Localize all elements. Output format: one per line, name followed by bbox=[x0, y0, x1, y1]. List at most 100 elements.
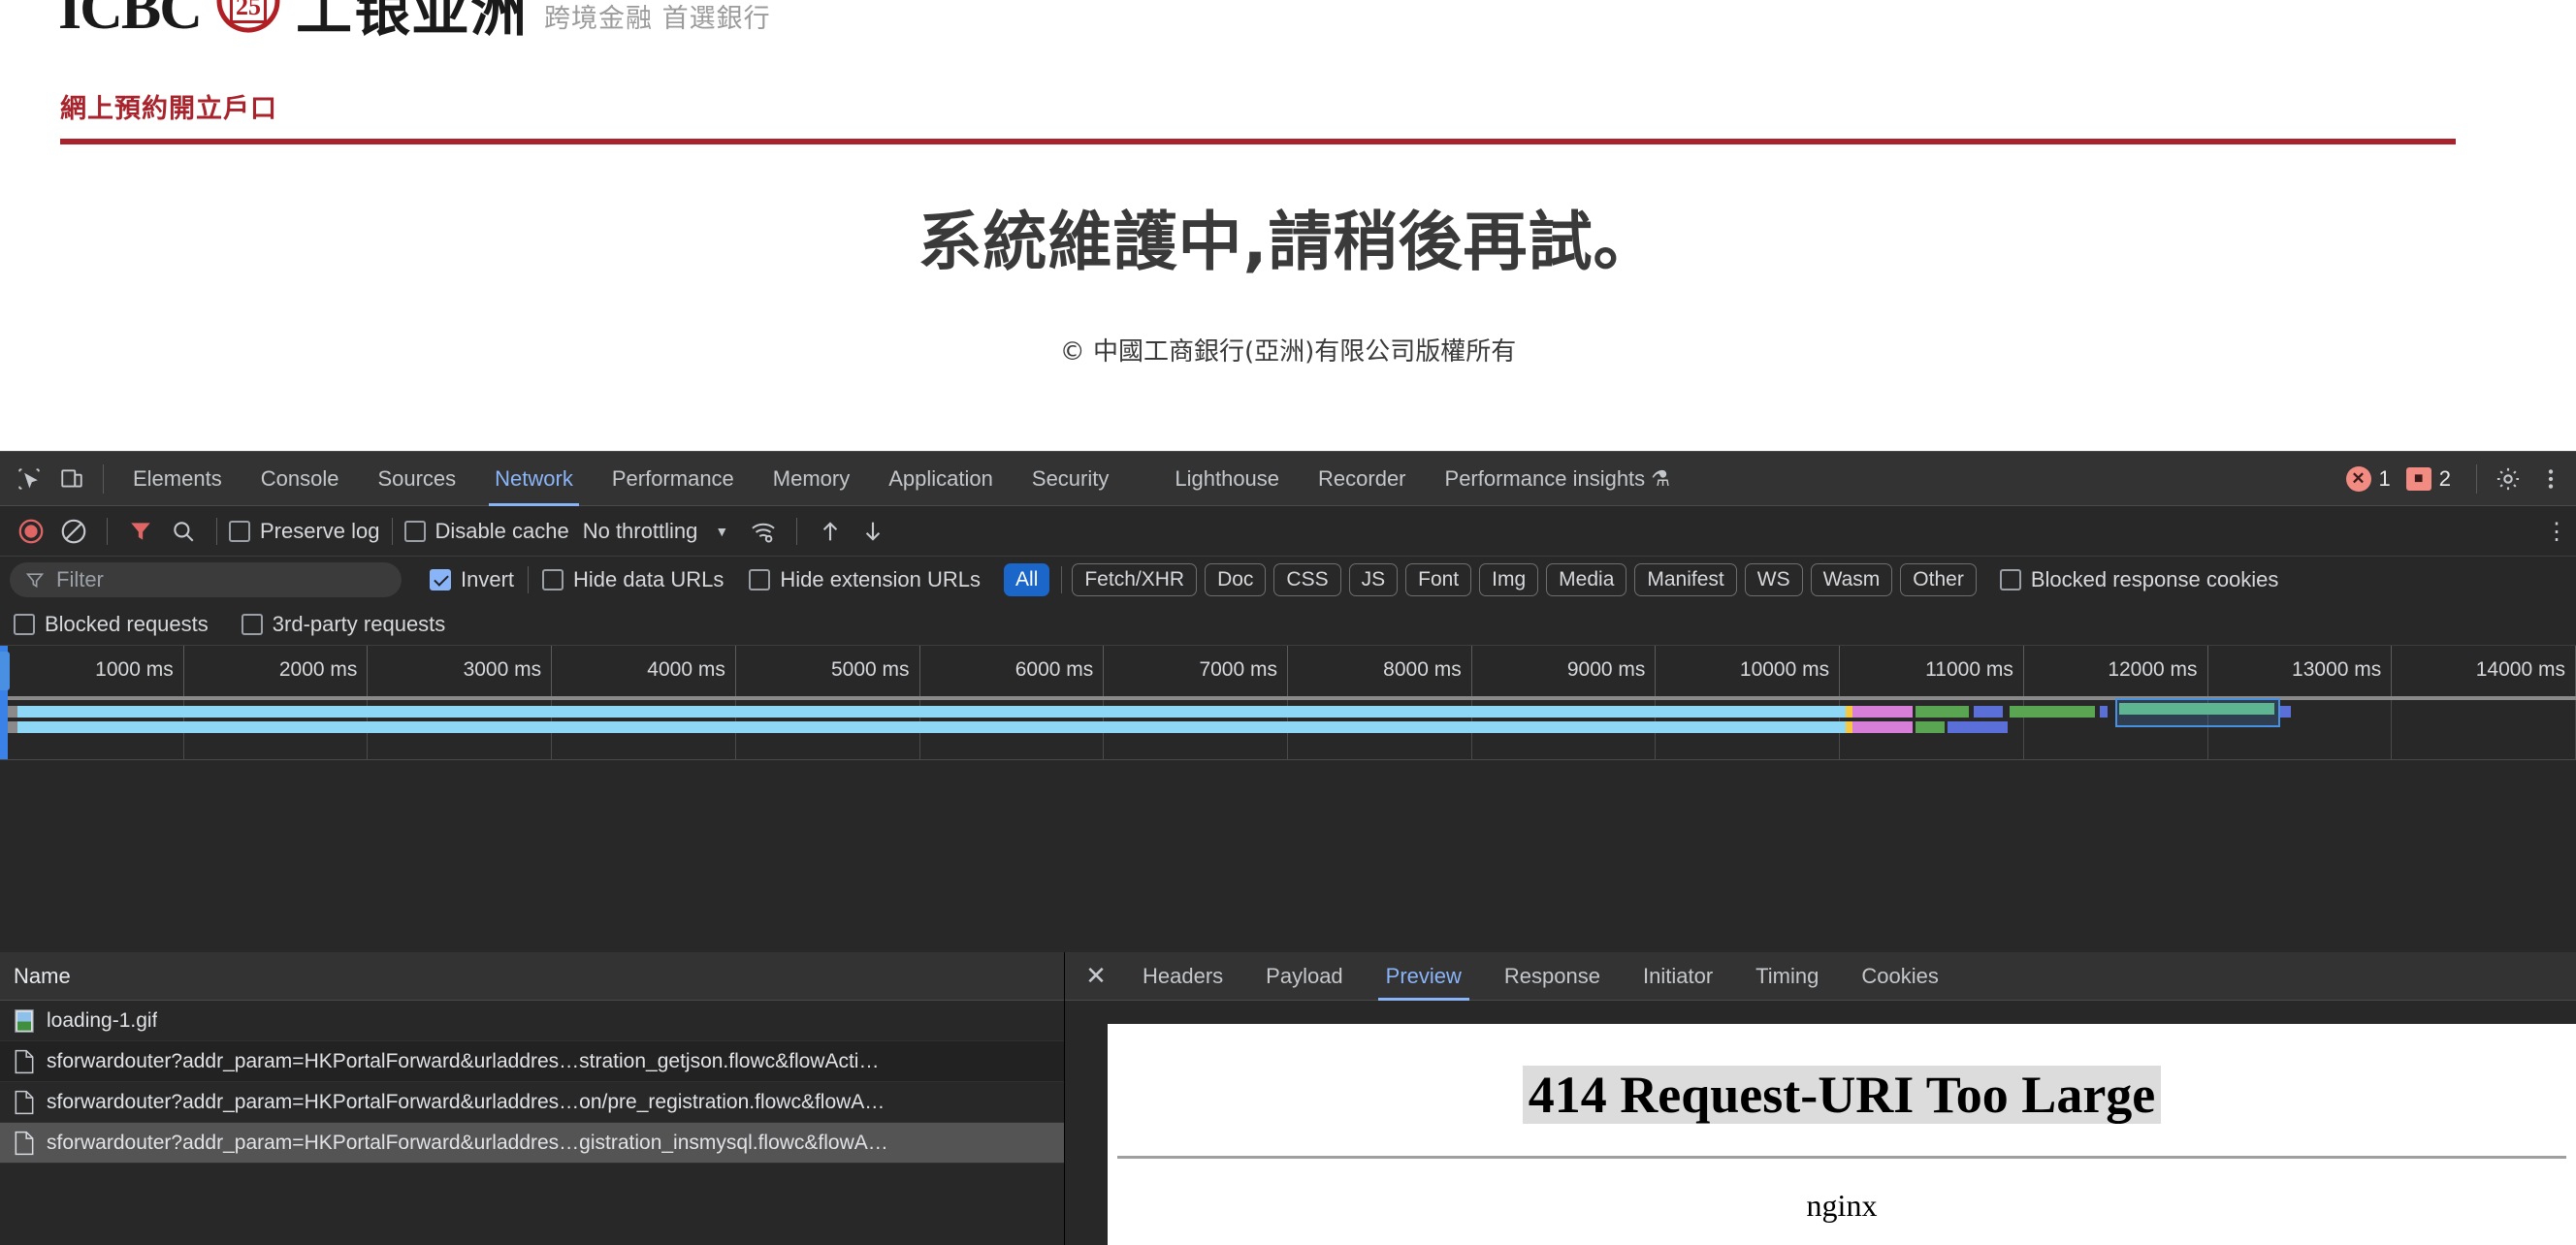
overview-tick-label: 5000 ms bbox=[831, 658, 910, 681]
inspect-element-icon[interactable] bbox=[8, 458, 50, 500]
overview-tick-label: 10000 ms bbox=[1739, 658, 1830, 681]
tab-sources[interactable]: Sources bbox=[358, 452, 475, 506]
detail-tab-response[interactable]: Response bbox=[1483, 952, 1622, 1001]
tab-recorder[interactable]: Recorder bbox=[1299, 452, 1425, 506]
type-filter-wasm[interactable]: Wasm bbox=[1810, 563, 1893, 596]
tab-elements[interactable]: Elements bbox=[113, 452, 242, 506]
tab-security[interactable]: Security bbox=[1013, 452, 1128, 506]
throttling-dropdown[interactable]: No throttling ▼ bbox=[583, 519, 728, 544]
record-button[interactable] bbox=[10, 510, 52, 553]
preserve-log-label: Preserve log bbox=[260, 518, 380, 543]
type-filter-other[interactable]: Other bbox=[1900, 563, 1977, 596]
detail-tabstrip: ✕ Headers Payload Preview Response Initi… bbox=[1065, 952, 2576, 1001]
document-file-icon bbox=[15, 1090, 34, 1114]
overview-tick: 2000 ms bbox=[184, 646, 369, 696]
type-filter-css[interactable]: CSS bbox=[1273, 563, 1341, 596]
table-row[interactable]: sforwardouter?addr_param=HKPortalForward… bbox=[0, 1041, 1064, 1082]
detail-tab-preview[interactable]: Preview bbox=[1365, 952, 1483, 1001]
overview-tick-label: 14000 ms bbox=[2475, 658, 2565, 681]
disable-cache-box bbox=[403, 520, 426, 542]
request-name: sforwardouter?addr_param=HKPortalForward… bbox=[47, 1131, 888, 1154]
logo-25th-anniversary-seal-icon: 25 bbox=[216, 0, 280, 39]
filter-funnel-icon bbox=[25, 573, 45, 589]
type-filter-font[interactable]: Font bbox=[1405, 563, 1472, 596]
preserve-log-box bbox=[229, 520, 250, 542]
blocked-response-cookies-checkbox[interactable]: Blocked response cookies bbox=[1999, 567, 2278, 592]
device-toolbar-icon[interactable] bbox=[50, 458, 93, 500]
detail-tab-payload[interactable]: Payload bbox=[1244, 952, 1365, 1001]
invert-checkbox[interactable]: Invert bbox=[430, 567, 514, 592]
request-name: sforwardouter?addr_param=HKPortalForward… bbox=[47, 1090, 886, 1113]
more-options-icon[interactable] bbox=[2529, 458, 2572, 500]
close-icon[interactable]: ✕ bbox=[1071, 952, 1121, 1001]
status-divider bbox=[2476, 464, 2477, 494]
import-har-icon[interactable] bbox=[809, 510, 852, 553]
warning-count: 2 bbox=[2438, 466, 2451, 491]
export-har-icon[interactable] bbox=[852, 510, 894, 553]
tab-memory[interactable]: Memory bbox=[754, 452, 869, 506]
hide-data-urls-label: Hide data URLs bbox=[573, 567, 724, 591]
overview-tick: 1000 ms bbox=[0, 646, 184, 696]
overview-tick: 7000 ms bbox=[1104, 646, 1288, 696]
gear-icon[interactable] bbox=[2487, 458, 2529, 500]
overview-request-bar bbox=[2010, 706, 2095, 718]
blocked-requests-checkbox[interactable]: Blocked requests bbox=[14, 612, 209, 637]
blocked-response-cookies-box bbox=[1999, 569, 2021, 591]
toolbar-divider-4 bbox=[796, 517, 798, 545]
detail-tab-timing[interactable]: Timing bbox=[1734, 952, 1840, 1001]
search-icon[interactable] bbox=[162, 510, 205, 553]
preserve-log-checkbox[interactable]: Preserve log bbox=[229, 519, 380, 544]
tab-network[interactable]: Network bbox=[475, 452, 593, 506]
table-row[interactable]: sforwardouter?addr_param=HKPortalForward… bbox=[0, 1082, 1064, 1123]
preview-content: 414 Request-URI Too Large nginx bbox=[1108, 1024, 2576, 1245]
document-file-icon bbox=[15, 1131, 34, 1155]
hide-data-urls-box bbox=[542, 569, 564, 591]
type-filter-doc[interactable]: Doc bbox=[1205, 563, 1267, 596]
warning-badge[interactable]: ■ 2 bbox=[2405, 466, 2451, 492]
tab-application[interactable]: Application bbox=[869, 452, 1013, 506]
detail-tab-initiator[interactable]: Initiator bbox=[1622, 952, 1734, 1001]
overview-selection-handle[interactable] bbox=[0, 646, 10, 759]
detail-tab-cookies[interactable]: Cookies bbox=[1840, 952, 1959, 1001]
logo-slogan: 跨境金融 首選銀行 bbox=[544, 4, 771, 34]
table-row[interactable]: sforwardouter?addr_param=HKPortalForward… bbox=[0, 1123, 1064, 1164]
overview-tick-label: 13000 ms bbox=[2292, 658, 2382, 681]
type-filter-ws[interactable]: WS bbox=[1744, 563, 1803, 596]
tab-performance[interactable]: Performance bbox=[593, 452, 754, 506]
tab-performance-insights[interactable]: Performance insights ⚗ bbox=[1426, 452, 1690, 506]
type-filter-fetch-xhr[interactable]: Fetch/XHR bbox=[1072, 563, 1198, 596]
request-list-header[interactable]: Name bbox=[0, 952, 1064, 1001]
filter-input[interactable]: Filter bbox=[10, 562, 402, 597]
overview-tick-label: 6000 ms bbox=[1014, 658, 1094, 681]
disable-cache-checkbox[interactable]: Disable cache bbox=[403, 519, 569, 544]
type-filter-js[interactable]: JS bbox=[1348, 563, 1399, 596]
detail-tab-headers[interactable]: Headers bbox=[1121, 952, 1244, 1001]
error-count: 1 bbox=[2378, 466, 2391, 491]
clear-button[interactable] bbox=[52, 510, 95, 553]
overview-tick-label: 9000 ms bbox=[1566, 658, 1646, 681]
type-filter-manifest[interactable]: Manifest bbox=[1634, 563, 1737, 596]
network-overview-timeline[interactable]: 1000 ms 2000 ms 3000 ms 4000 ms 5000 ms 6000 … bbox=[0, 646, 2576, 760]
hide-extension-urls-checkbox[interactable]: Hide extension URLs bbox=[749, 567, 981, 592]
tabstrip-divider bbox=[103, 463, 104, 494]
type-filter-all[interactable]: All bbox=[1004, 563, 1050, 596]
third-party-requests-checkbox[interactable]: 3rd-party requests bbox=[241, 612, 445, 637]
error-badge[interactable]: ✕ 1 bbox=[2345, 466, 2391, 492]
network-conditions-icon[interactable] bbox=[742, 510, 785, 553]
overview-request-bar bbox=[1846, 706, 1852, 718]
overview-request-bar bbox=[1916, 721, 1945, 733]
hide-data-urls-checkbox[interactable]: Hide data URLs bbox=[542, 567, 724, 592]
request-list-panel: Name loading-1.gif sforwardouter?addr_pa… bbox=[0, 952, 1065, 1245]
overview-tick: 5000 ms bbox=[736, 646, 920, 696]
overview-tick-label: 1000 ms bbox=[95, 658, 174, 681]
toolbar-overflow-icon[interactable]: ⋮ bbox=[2545, 518, 2568, 546]
image-file-icon bbox=[15, 1008, 34, 1033]
tab-lighthouse[interactable]: Lighthouse bbox=[1155, 452, 1299, 506]
table-row[interactable]: loading-1.gif bbox=[0, 1001, 1064, 1041]
blocked-requests-label: Blocked requests bbox=[45, 611, 209, 636]
overview-highlight-box bbox=[2115, 698, 2280, 727]
type-filter-img[interactable]: Img bbox=[1479, 563, 1539, 596]
filter-icon[interactable] bbox=[119, 510, 162, 553]
tab-console[interactable]: Console bbox=[242, 452, 359, 506]
type-filter-media[interactable]: Media bbox=[1546, 563, 1627, 596]
